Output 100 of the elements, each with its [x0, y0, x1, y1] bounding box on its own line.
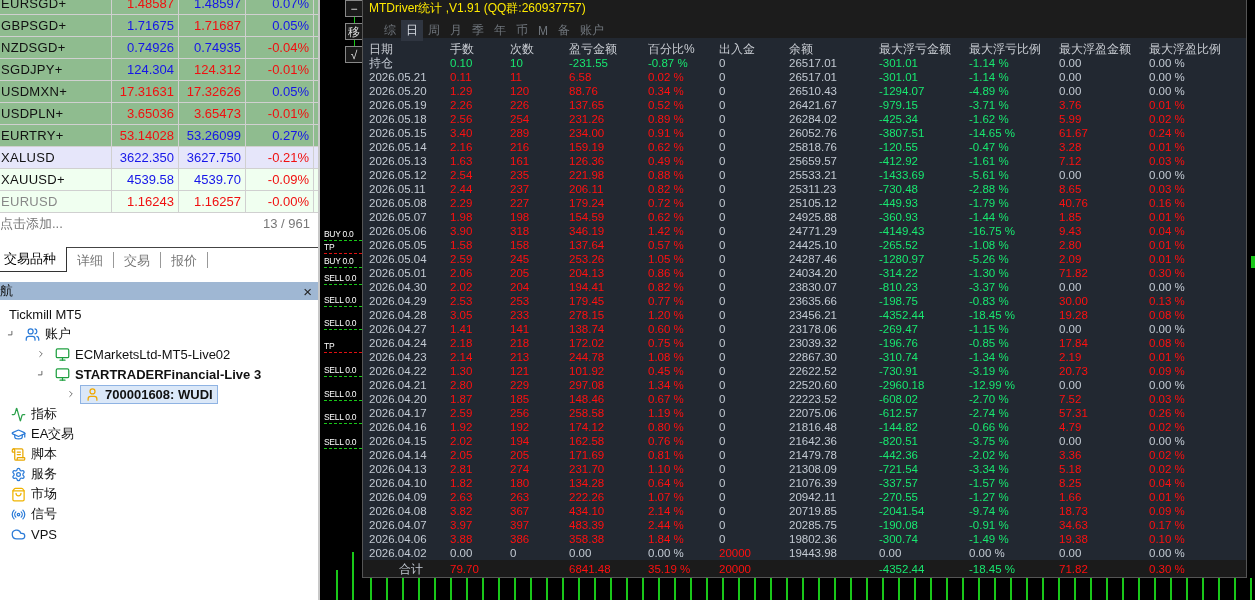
table-cell-text: 3.97 — [450, 518, 474, 532]
ask-price: 53.26099 — [179, 125, 246, 146]
table-cell-text: 0 — [719, 182, 727, 196]
symbol-row[interactable]: EURTRY+ 53.14028 53.26099 0.27% — [0, 125, 318, 147]
table-cell-text: 0 — [719, 336, 727, 350]
table-cell-text: 227 — [510, 196, 531, 210]
table-cell-text: -0.87 % — [648, 56, 689, 70]
table-cell-text: 25105.12 — [789, 196, 838, 210]
table-cell-text: 0.00 — [1059, 84, 1083, 98]
period-tab[interactable]: 年 — [489, 20, 511, 41]
column-header: 日期 — [369, 42, 394, 56]
table-cell-text: 0.08 % — [1149, 308, 1186, 322]
table-cell-text: 0.01 % — [1149, 490, 1186, 504]
symbol-row[interactable]: SGDJPY+ 124.304 124.312 -0.01% — [0, 59, 318, 81]
symbol-row[interactable]: XAUUSD+ 4539.58 4539.70 -0.09% — [0, 169, 318, 191]
table-cell-text: 0.57 % — [648, 238, 685, 252]
table-cell-text: 0.03 % — [1149, 182, 1186, 196]
table-cell-text: -1.15 % — [969, 322, 1010, 336]
table-cell-text: -3.37 % — [969, 280, 1010, 294]
navigator-item[interactable]: ECMarketsLtd-MT5-Live02 — [50, 344, 236, 364]
table-cell-text: 297.08 — [569, 378, 606, 392]
table-cell-text: 206.11 — [569, 182, 605, 196]
table-cell-text: 0.00 % — [648, 546, 685, 560]
period-tab[interactable]: 备 — [553, 20, 575, 41]
table-cell-text: 1.87 — [450, 392, 474, 406]
symbol-row[interactable]: XALUSD 3622.350 3627.750 -0.21% — [0, 147, 318, 169]
panel-tab[interactable]: 报价 — [161, 252, 208, 268]
add-symbol-hint[interactable]: 点击添加... — [0, 214, 63, 233]
navigator-item[interactable]: 服务 — [6, 463, 62, 485]
expand-toggle-icon[interactable] — [36, 349, 46, 359]
navigator-item[interactable]: 脚本 — [6, 443, 62, 465]
period-tab[interactable]: 币 — [511, 20, 533, 41]
expand-toggle-icon[interactable] — [66, 389, 76, 399]
table-cell-text: 174.12 — [569, 420, 606, 434]
panel-tab[interactable]: 详细 — [67, 252, 114, 268]
table-cell-text: 2026.04.22 — [369, 364, 428, 378]
navigator-item[interactable]: 信号 — [6, 503, 62, 525]
table-cell-text: 23039.32 — [789, 336, 838, 350]
line-chart-icon — [11, 406, 26, 422]
chart-tool-button[interactable]: √ — [345, 46, 363, 63]
period-tab[interactable]: 综 — [379, 20, 401, 41]
table-cell-text: -612.57 — [879, 406, 919, 420]
table-cell-text: 0 — [719, 378, 727, 392]
symbol-row[interactable]: EURUSD 1.16243 1.16257 -0.00% — [0, 191, 318, 213]
table-cell-text: 3.82 — [450, 504, 474, 518]
table-cell-text: 0.16 % — [1149, 196, 1186, 210]
table-cell-text: 231.70 — [569, 462, 606, 476]
table-cell-text: 0 — [719, 224, 727, 238]
panel-tab[interactable]: 交易 — [114, 252, 161, 268]
close-button[interactable]: × — [303, 282, 312, 300]
table-cell-text: 40.76 — [1059, 196, 1089, 210]
symbol-row[interactable]: NZDSGD+ 0.74926 0.74935 -0.04% — [0, 37, 318, 59]
table-cell-text: 245 — [510, 252, 531, 266]
panel-tab[interactable]: 交易品种 — [0, 247, 67, 272]
table-cell-text: -5.26 % — [969, 252, 1010, 266]
table-cell-text: 2026.05.01 — [369, 266, 428, 280]
navigator-item[interactable]: 市场 — [6, 483, 62, 505]
symbol-row[interactable]: GBPSGD+ 1.71675 1.71687 0.05% — [0, 15, 318, 37]
period-tab[interactable]: 季 — [467, 20, 489, 41]
table-cell-text: 0 — [719, 154, 727, 168]
table-cell-text: 20285.75 — [789, 518, 838, 532]
table-cell-text: 2.09 — [1059, 252, 1083, 266]
period-tab[interactable]: 月 — [445, 20, 467, 41]
table-cell-text: 1.42 % — [648, 224, 685, 238]
table-cell-text: 2026.04.13 — [369, 462, 428, 476]
table-cell-text: 2.44 — [450, 182, 474, 196]
period-tab[interactable]: 日 — [401, 20, 423, 41]
symbol-row[interactable]: USDMXN+ 17.31631 17.32626 0.05% — [0, 81, 318, 103]
column-header: 盈亏金额 — [569, 42, 618, 56]
table-cell-text: 194.41 — [569, 280, 606, 294]
table-cell-text: -0.85 % — [969, 336, 1010, 350]
period-tab[interactable]: 周 — [423, 20, 445, 41]
navigator-item[interactable]: 700001608: WUDI — [80, 384, 218, 404]
table-cell-text: 1.66 — [1059, 490, 1083, 504]
column-header: 百分比% — [648, 42, 696, 56]
symbol-row[interactable]: USDPLN+ 3.65036 3.65473 -0.01% — [0, 103, 318, 125]
table-cell-text: 30.00 — [1059, 294, 1089, 308]
daily-change: -0.01% — [246, 103, 314, 124]
period-tab[interactable]: M — [533, 20, 553, 41]
navigator-item[interactable]: VPS — [6, 524, 62, 544]
chart-tool-button[interactable]: − — [345, 0, 363, 17]
table-cell-text: 0 — [719, 98, 727, 112]
navigator-item[interactable]: STARTRADERFinancial-Live 3 — [50, 364, 267, 384]
table-cell-text: 2026.05.15 — [369, 126, 428, 140]
daily-change: 0.05% — [246, 15, 314, 36]
table-cell-text: 0.01 % — [1149, 210, 1186, 224]
chart-tool-button[interactable]: 移 — [345, 23, 363, 40]
navigator-item[interactable]: 指标 — [6, 403, 62, 425]
navigator-item[interactable]: EA交易 — [6, 423, 80, 445]
navigator-root[interactable]: Tickmill MT5 — [4, 304, 87, 324]
bid-price: 124.304 — [112, 59, 179, 80]
table-cell-text: 0 — [719, 252, 727, 266]
period-tab[interactable]: 账户 — [575, 20, 609, 41]
table-cell-text: 434.10 — [569, 504, 606, 518]
navigator-item[interactable]: 账户 — [20, 323, 76, 345]
table-cell-text: 221.98 — [569, 168, 606, 182]
table-cell-text: 2.14 — [450, 350, 474, 364]
table-cell-text: 318 — [510, 224, 531, 238]
column-header: 次数 — [510, 42, 535, 56]
table-cell-text: 3.76 — [1059, 98, 1083, 112]
